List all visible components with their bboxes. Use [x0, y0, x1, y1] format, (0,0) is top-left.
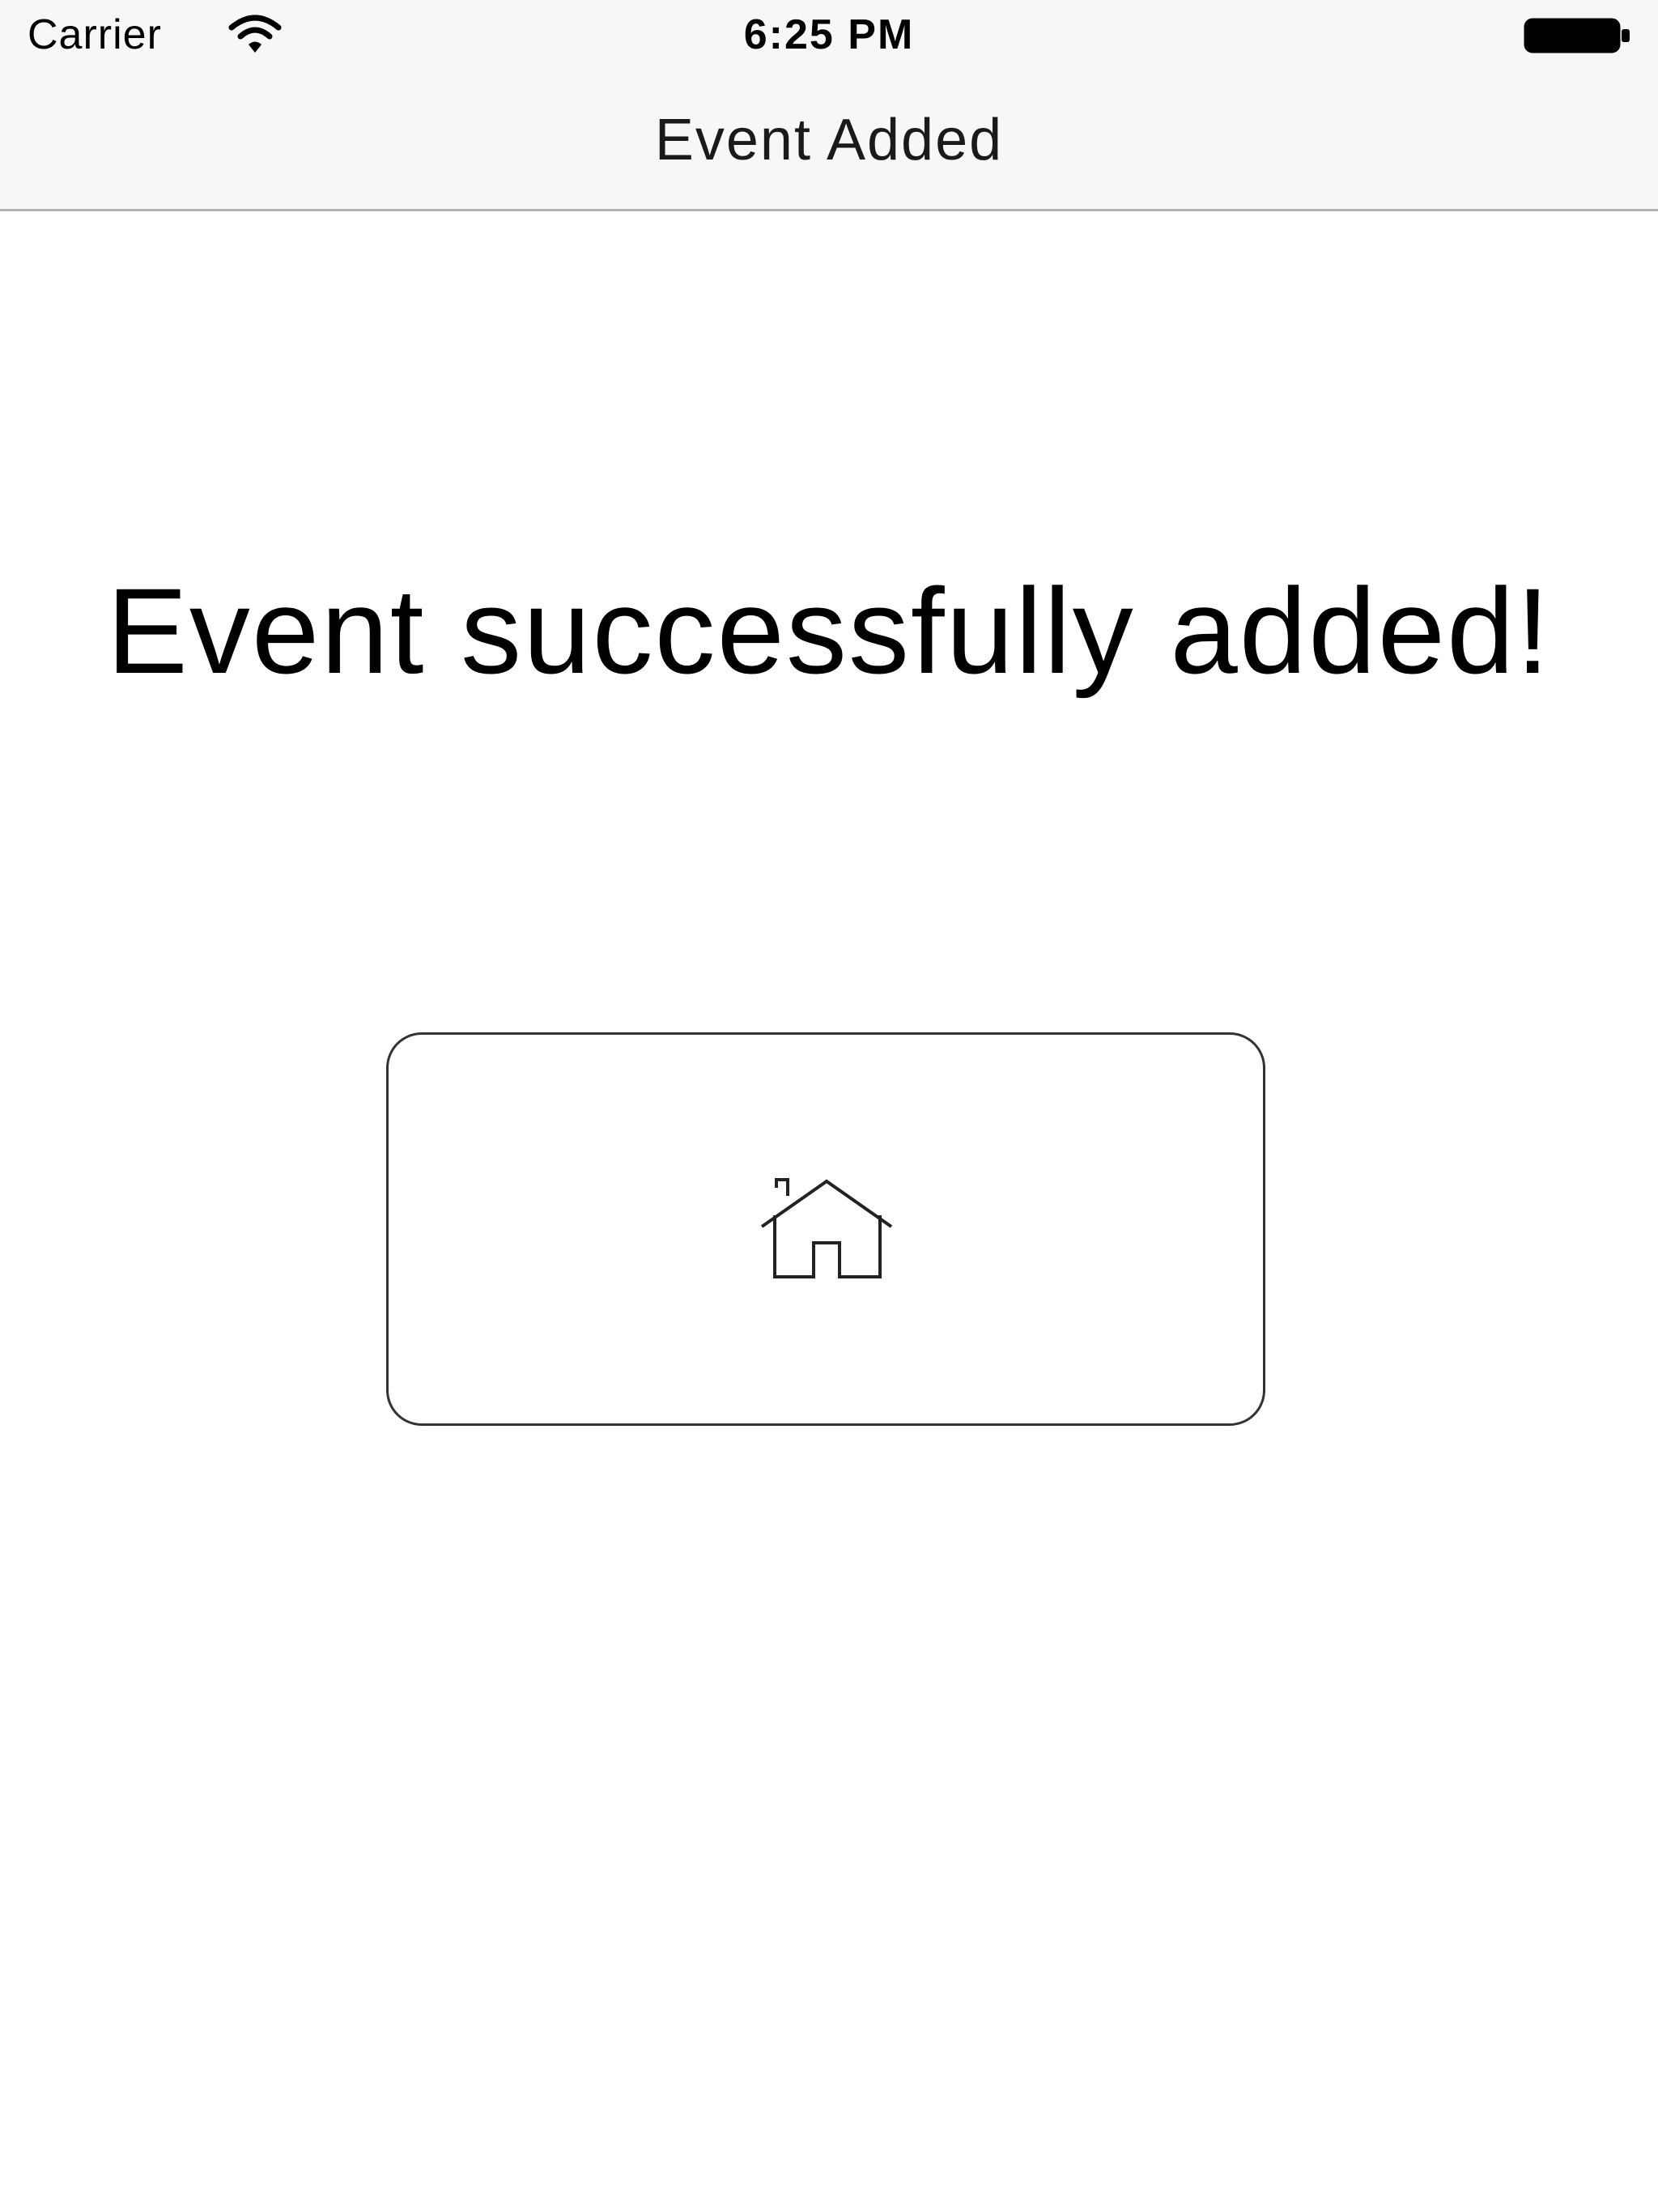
- screen: Carrier 6:25 PM Event Added Event succes…: [0, 0, 1658, 2212]
- battery-full-icon: [1524, 18, 1630, 53]
- nav-title: Event Added: [654, 108, 1004, 172]
- status-time: 6:25 PM: [743, 11, 915, 58]
- home-icon: [760, 1178, 893, 1278]
- top-bar: Carrier 6:25 PM Event Added: [0, 0, 1658, 211]
- success-message: Event successfully added!: [106, 563, 1552, 699]
